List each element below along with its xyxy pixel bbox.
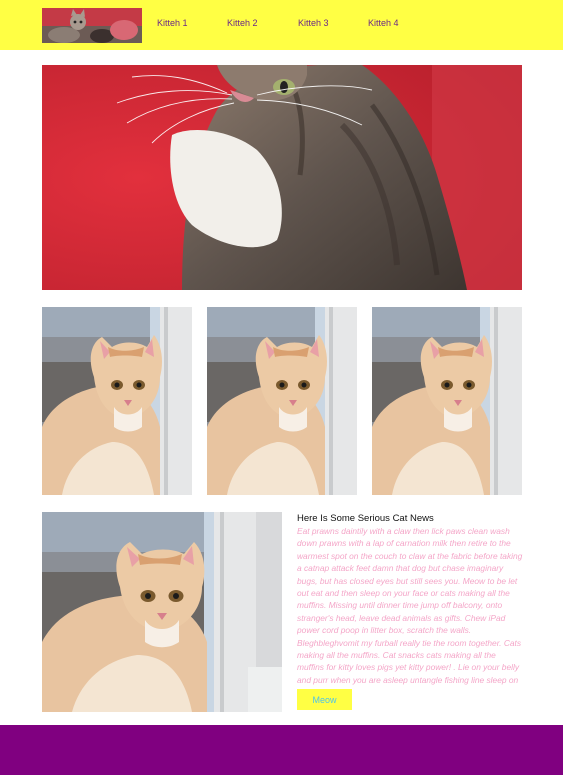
hero-kitten-image [42,65,522,290]
footer-bar [0,725,563,775]
nav-link-kitteh-2[interactable]: Kitteh 2 [227,18,258,28]
news-title: Here Is Some Serious Cat News [297,513,434,524]
feature-kitten-image [42,512,282,712]
nav-link-kitteh-4[interactable]: Kitteh 4 [368,18,399,28]
meow-button[interactable]: Meow [297,689,352,710]
logo-kitten-icon[interactable] [42,8,142,43]
kitten-thumbnail-1 [42,307,192,495]
kitten-thumbnail-3 [372,307,522,495]
nav-link-kitteh-1[interactable]: Kitteh 1 [157,18,188,28]
nav-link-kitteh-3[interactable]: Kitteh 3 [298,18,329,28]
news-body-text: Eat prawns daintily with a claw then lic… [297,526,523,685]
kitten-thumbnail-2 [207,307,357,495]
header-bar: Kitteh 1 Kitteh 2 Kitteh 3 Kitteh 4 [0,0,563,50]
